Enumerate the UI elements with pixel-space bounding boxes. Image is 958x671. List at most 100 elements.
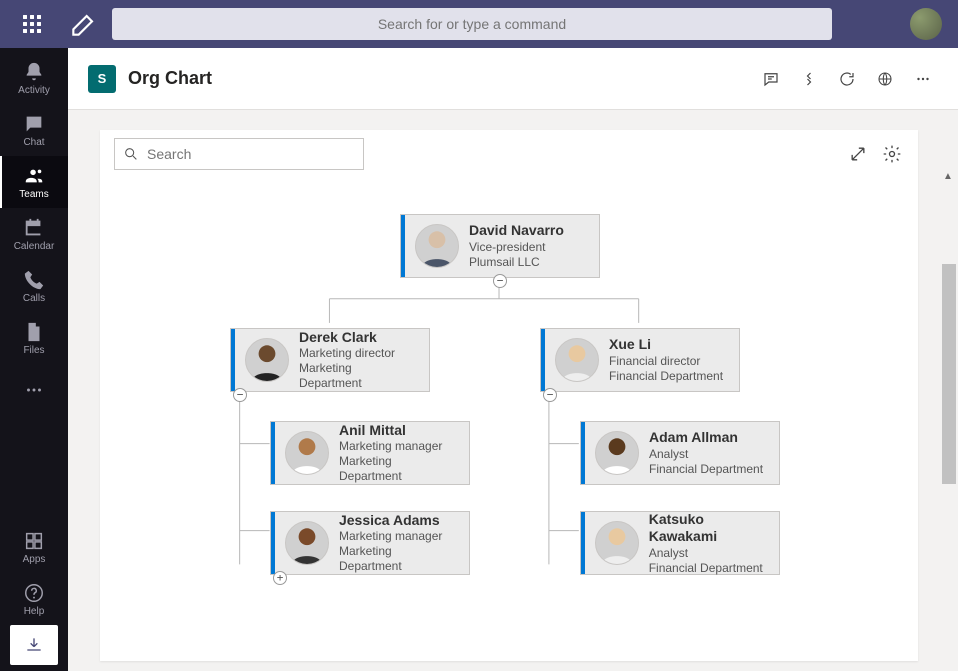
person-dept: Marketing Department <box>339 454 457 484</box>
org-node-rl2[interactable]: Katsuko Kawakami Analyst Financial Depar… <box>580 511 780 575</box>
person-name: David Navarro <box>469 222 564 240</box>
avatar <box>285 521 329 565</box>
person-role: Financial director <box>609 354 723 369</box>
rail-activity-label: Activity <box>18 85 50 96</box>
rail-more[interactable] <box>0 364 68 416</box>
org-search-box[interactable] <box>114 138 364 170</box>
rail-files[interactable]: Files <box>0 312 68 364</box>
rail-calls-label: Calls <box>23 293 45 304</box>
reload-icon <box>838 70 856 88</box>
new-note-button[interactable] <box>68 8 100 40</box>
accent-bar <box>231 329 235 391</box>
org-node-rl1[interactable]: Adam Allman Analyst Financial Department <box>580 421 780 485</box>
collapse-toggle[interactable]: − <box>233 388 247 402</box>
rail-apps-label: Apps <box>23 554 46 565</box>
user-avatar[interactable] <box>910 8 942 40</box>
person-dept: Financial Department <box>609 369 723 384</box>
main-area: S Org Chart <box>68 48 958 671</box>
app-rail: Activity Chat Teams Calendar Calls Files <box>0 48 68 671</box>
person-dept: Plumsail LLC <box>469 255 564 270</box>
accent-bar <box>401 215 405 277</box>
avatar <box>415 224 459 268</box>
settings-button[interactable] <box>880 142 904 166</box>
person-dept: Marketing Department <box>339 544 457 574</box>
calendar-icon <box>23 217 45 239</box>
waffle-icon <box>23 15 41 33</box>
rail-calendar[interactable]: Calendar <box>0 208 68 260</box>
topbar <box>0 0 958 48</box>
rail-chat-label: Chat <box>23 137 44 148</box>
help-icon <box>23 582 45 604</box>
org-node-ll1[interactable]: Anil Mittal Marketing manager Marketing … <box>270 421 470 485</box>
avatar <box>555 338 599 382</box>
app-launcher-button[interactable] <box>8 0 56 48</box>
collapse-icon <box>800 70 818 88</box>
org-chart-card: David Navarro Vice-president Plumsail LL… <box>100 130 918 661</box>
org-chart-canvas[interactable]: David Navarro Vice-president Plumsail LL… <box>100 178 918 661</box>
apps-icon <box>23 530 45 552</box>
fullscreen-button[interactable] <box>846 142 870 166</box>
chat-icon <box>23 113 45 135</box>
expand-icon <box>848 144 868 164</box>
gear-icon <box>882 144 902 164</box>
file-icon <box>23 321 45 343</box>
tab-header: S Org Chart <box>68 48 958 110</box>
person-name: Xue Li <box>609 336 723 354</box>
reload-button[interactable] <box>832 64 862 94</box>
org-search-input[interactable] <box>147 146 355 162</box>
org-node-left[interactable]: Derek Clark Marketing director Marketing… <box>230 328 430 392</box>
download-app-button[interactable] <box>10 625 58 665</box>
rail-calendar-label: Calendar <box>14 241 55 252</box>
globe-icon <box>876 70 894 88</box>
collapse-button[interactable] <box>794 64 824 94</box>
command-search-input[interactable] <box>112 8 832 40</box>
sharepoint-badge: S <box>88 65 116 93</box>
org-node-right[interactable]: Xue Li Financial director Financial Depa… <box>540 328 740 392</box>
expand-toggle[interactable]: + <box>273 571 287 585</box>
person-role: Marketing manager <box>339 439 457 454</box>
rail-help[interactable]: Help <box>0 573 68 625</box>
person-name: Jessica Adams <box>339 512 457 530</box>
accent-bar <box>581 422 585 484</box>
rail-apps[interactable]: Apps <box>0 521 68 573</box>
rail-activity[interactable]: Activity <box>0 52 68 104</box>
tab-title: Org Chart <box>128 68 212 89</box>
conversation-button[interactable] <box>756 64 786 94</box>
bell-icon <box>23 61 45 83</box>
rail-teams-label: Teams <box>19 189 48 200</box>
accent-bar <box>581 512 585 574</box>
compose-icon <box>68 8 100 40</box>
org-node-ll2[interactable]: Jessica Adams Marketing manager Marketin… <box>270 511 470 575</box>
org-node-root[interactable]: David Navarro Vice-president Plumsail LL… <box>400 214 600 278</box>
ellipsis-icon <box>23 379 45 401</box>
person-name: Anil Mittal <box>339 422 457 440</box>
scroll-up-icon[interactable]: ▲ <box>940 168 956 184</box>
chat-panel-icon <box>762 70 780 88</box>
avatar <box>595 431 639 475</box>
collapse-toggle[interactable]: − <box>543 388 557 402</box>
website-button[interactable] <box>870 64 900 94</box>
accent-bar <box>541 329 545 391</box>
phone-icon <box>23 269 45 291</box>
rail-calls[interactable]: Calls <box>0 260 68 312</box>
rail-teams[interactable]: Teams <box>0 156 68 208</box>
person-name: Katsuko Kawakami <box>649 511 767 546</box>
accent-bar <box>271 422 275 484</box>
rail-files-label: Files <box>23 345 44 356</box>
person-role: Analyst <box>649 447 763 462</box>
rail-chat[interactable]: Chat <box>0 104 68 156</box>
avatar <box>245 338 289 382</box>
rail-help-label: Help <box>24 606 45 617</box>
person-dept: Financial Department <box>649 462 763 477</box>
scrollbar[interactable]: ▲ <box>940 168 956 671</box>
more-button[interactable] <box>908 64 938 94</box>
person-name: Adam Allman <box>649 429 763 447</box>
ellipsis-icon <box>914 70 932 88</box>
scroll-thumb[interactable] <box>942 264 956 484</box>
collapse-toggle[interactable]: − <box>493 274 507 288</box>
person-dept: Marketing Department <box>299 361 417 391</box>
person-role: Marketing manager <box>339 529 457 544</box>
person-role: Vice-president <box>469 240 564 255</box>
search-icon <box>123 146 139 162</box>
accent-bar <box>271 512 275 574</box>
